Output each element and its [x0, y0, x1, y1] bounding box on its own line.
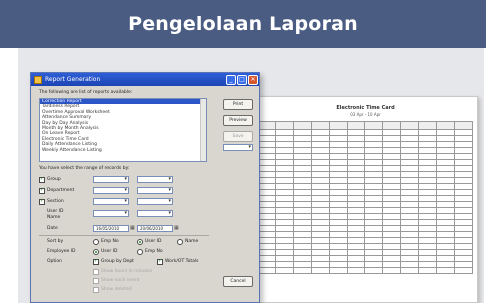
report-header-cell: [292, 121, 312, 130]
report-cell: [346, 267, 366, 274]
user-id-label: User ID: [47, 209, 64, 214]
report-cell: [436, 267, 455, 274]
maximize-button[interactable]: □: [237, 74, 247, 85]
report-generation-dialog: Report Generation _ □ ✕ The following ar…: [30, 72, 260, 303]
report-preview-window: Electronic Time Card 03 Apr - 10 Apr: [228, 96, 478, 303]
user-to-select[interactable]: [137, 210, 173, 217]
report-table: [257, 121, 474, 274]
sort-name-radio[interactable]: [177, 239, 183, 245]
department-checkbox[interactable]: [39, 187, 45, 194]
save-button[interactable]: Save: [223, 131, 253, 142]
range-label: You have select the range of records by:: [39, 166, 130, 171]
report-header-cell: [310, 121, 330, 130]
report-table-row: [257, 267, 474, 274]
work-ot-totals-checkbox[interactable]: [157, 258, 163, 265]
group-by-dept-label: Group by Dept: [101, 259, 134, 264]
preview-button[interactable]: Preview: [223, 115, 253, 126]
sort-user-id-label: User ID: [145, 239, 162, 244]
reports-intro-label: The following are list of reports availa…: [39, 90, 133, 95]
employee-emp-no-label: Emp No: [145, 249, 163, 254]
sort-user-id-radio[interactable]: [137, 239, 143, 245]
employee-user-id-radio[interactable]: [93, 249, 99, 255]
report-title: Electronic Time Card: [336, 105, 395, 111]
report-cell: [292, 267, 312, 274]
app-icon: [34, 75, 42, 84]
calendar-icon[interactable]: ▦: [130, 225, 135, 231]
report-cell: [310, 267, 330, 274]
employee-emp-no-radio[interactable]: [137, 249, 143, 255]
minimize-button[interactable]: _: [226, 74, 236, 85]
user-from-select[interactable]: [93, 210, 129, 217]
report-header-cell: [418, 121, 438, 130]
report-list[interactable]: Correction Report Tardiness Report Overt…: [39, 98, 207, 162]
disabled-option-label: Show each event: [101, 278, 140, 283]
section-header: Pengelolaan Laporan: [0, 0, 486, 48]
report-header-cell: [257, 121, 276, 130]
section-label: Section: [47, 199, 64, 204]
section-from-select[interactable]: [93, 198, 129, 205]
section-title: Pengelolaan Laporan: [128, 13, 358, 35]
disabled-option-checkbox: [93, 269, 99, 275]
department-to-select[interactable]: [137, 187, 173, 194]
report-header-cell: [453, 121, 474, 130]
dialog-titlebar[interactable]: Report Generation _ □ ✕: [31, 73, 259, 86]
employee-id-label: Employee ID: [47, 249, 76, 254]
section-to-select[interactable]: [137, 198, 173, 205]
report-header-cell: [382, 121, 402, 130]
report-cell: [382, 267, 402, 274]
group-label: Group: [47, 177, 61, 182]
group-checkbox[interactable]: [39, 176, 45, 183]
date-to-field[interactable]: 20/06/2010: [137, 225, 173, 232]
sort-by-label: Sort by: [47, 239, 64, 244]
disabled-option-label: Show hours in minutes: [101, 269, 153, 274]
report-list-scrollbar[interactable]: [200, 99, 206, 161]
section-checkbox[interactable]: [39, 198, 45, 205]
sort-emp-no-label: Emp No: [101, 239, 119, 244]
disabled-option-checkbox: [93, 278, 99, 284]
report-table-header: [257, 121, 474, 130]
report-cell: [453, 267, 474, 274]
group-to-select[interactable]: [137, 176, 173, 183]
close-button[interactable]: ✕: [248, 74, 258, 85]
calendar-icon[interactable]: ▦: [174, 225, 179, 231]
work-ot-totals-label: Work/OT Totals: [165, 259, 199, 264]
name-label: Name: [47, 215, 61, 220]
date-label: Date: [47, 226, 58, 231]
report-cell: [257, 267, 276, 274]
disabled-option-label: Show deleted: [101, 287, 132, 292]
department-from-select[interactable]: [93, 187, 129, 194]
group-by-dept-checkbox[interactable]: [93, 258, 99, 265]
employee-user-id-label: User ID: [101, 249, 118, 254]
dialog-title: Report Generation: [45, 76, 101, 83]
sort-name-label: Name: [185, 239, 199, 244]
date-from-field[interactable]: 16/05/2010: [93, 225, 129, 232]
format-select[interactable]: [223, 144, 253, 151]
report-cell: [418, 267, 438, 274]
report-header-cell: [364, 121, 384, 130]
divider: [39, 235, 209, 236]
report-header-cell: [400, 121, 420, 130]
report-cell: [364, 267, 384, 274]
report-header-cell: [346, 121, 366, 130]
report-list-item[interactable]: Weekly Attendance Listing: [40, 148, 206, 153]
department-label: Department: [47, 188, 75, 193]
report-header-cell: [274, 121, 294, 130]
print-button[interactable]: Print: [223, 99, 253, 110]
report-header-cell: [436, 121, 455, 130]
disabled-option-checkbox: [93, 287, 99, 293]
cancel-button[interactable]: Cancel: [223, 276, 253, 287]
report-subtitle: 03 Apr - 10 Apr: [350, 112, 381, 117]
group-from-select[interactable]: [93, 176, 129, 183]
sort-emp-no-radio[interactable]: [93, 239, 99, 245]
report-cell: [274, 267, 294, 274]
report-header-cell: [328, 121, 348, 130]
report-cell: [328, 267, 348, 274]
report-cell: [400, 267, 420, 274]
option-label: Option: [47, 259, 63, 264]
